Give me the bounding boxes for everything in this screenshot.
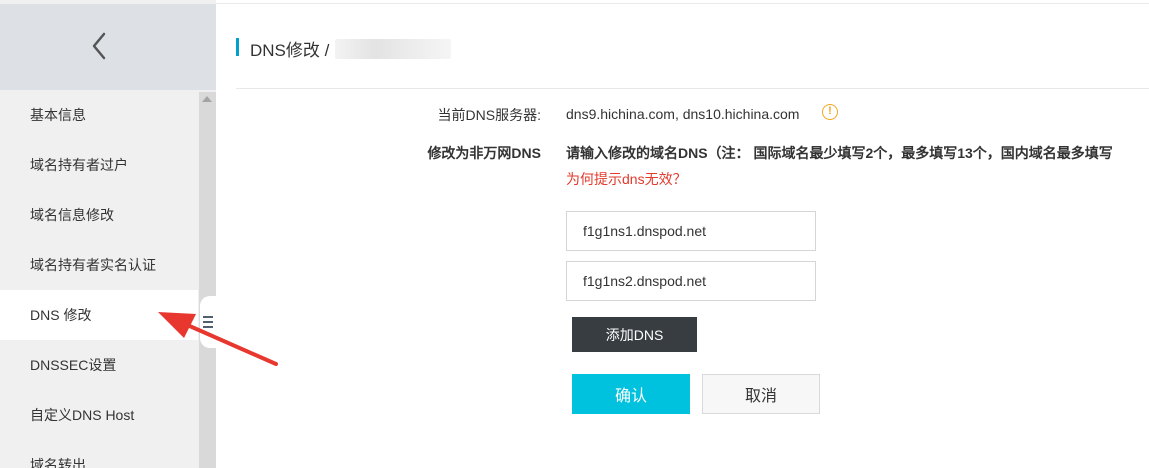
confirm-button[interactable]: 确认 xyxy=(572,374,690,414)
scroll-up-arrow-icon[interactable] xyxy=(202,96,212,102)
title-accent-bar xyxy=(236,38,239,56)
sidebar-item-basic-info[interactable]: 基本信息 xyxy=(0,90,198,140)
cancel-button[interactable]: 取消 xyxy=(702,374,820,414)
sidebar-item-custom-dns-host[interactable]: 自定义DNS Host xyxy=(0,390,198,440)
invalid-dns-help-link[interactable]: 为何提示dns无效？ xyxy=(566,169,687,189)
dns-input-2[interactable] xyxy=(566,261,816,301)
sidebar-item-owner-transfer[interactable]: 域名持有者过户 xyxy=(0,140,198,190)
sidebar-header xyxy=(0,4,216,90)
sidebar-item-domain-transfer-out[interactable]: 域名转出 xyxy=(0,440,198,468)
add-dns-button[interactable]: 添加DNS xyxy=(572,317,697,352)
sidebar-scrollbar[interactable] xyxy=(199,92,216,468)
main-content: DNS修改 / 当前DNS服务器: dns9.hichina.com, dns1… xyxy=(216,0,1149,468)
sidebar-item-info-modify[interactable]: 域名信息修改 xyxy=(0,190,198,240)
sidebar-nav: 基本信息 域名持有者过户 域名信息修改 域名持有者实名认证 DNS 修改 DNS… xyxy=(0,90,198,468)
redacted-domain-name xyxy=(335,39,451,59)
warning-icon[interactable]: ! xyxy=(822,104,838,120)
current-dns-label: 当前DNS服务器: xyxy=(437,107,541,123)
page-title: DNS修改 / xyxy=(250,41,330,60)
header-divider xyxy=(236,88,1149,89)
modify-dns-label: 修改为非万网DNS xyxy=(427,145,541,161)
current-dns-value: dns9.hichina.com, dns10.hichina.com xyxy=(566,106,800,122)
chevron-left-icon xyxy=(92,32,106,60)
sidebar-item-real-name-verify[interactable]: 域名持有者实名认证 xyxy=(0,240,198,290)
dns-instruction-text: 请输入修改的域名DNS（注： 国际域名最少填写2个，最多填写13个，国内域名最多… xyxy=(566,145,1113,161)
dns-input-1[interactable] xyxy=(566,211,816,251)
sidebar: 基本信息 域名持有者过户 域名信息修改 域名持有者实名认证 DNS 修改 DNS… xyxy=(0,0,216,468)
back-button[interactable] xyxy=(82,28,116,64)
